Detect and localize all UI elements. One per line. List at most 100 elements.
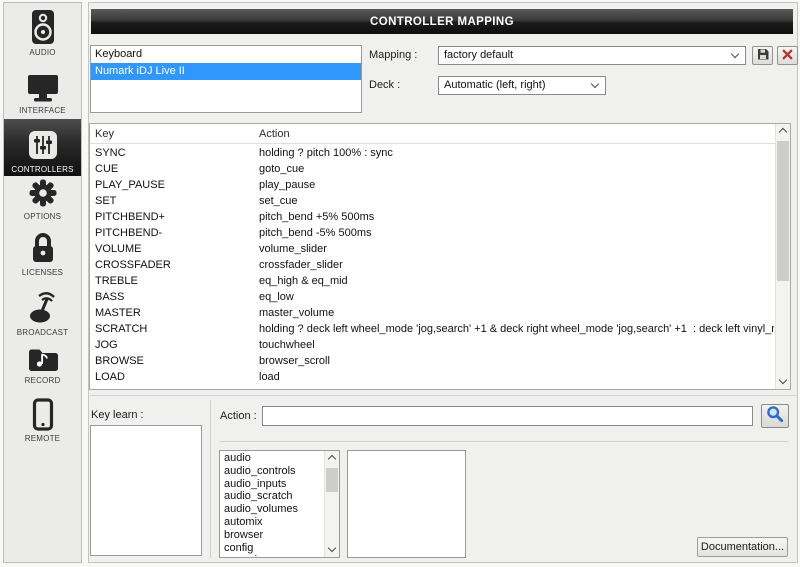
key-cell: SCRATCH [95,323,148,335]
page-title: CONTROLLER MAPPING [370,15,514,28]
smartphone-icon [30,398,56,431]
sidebar-item-audio[interactable]: AUDIO [4,7,81,59]
sidebar-item-licenses[interactable]: LICENSES [4,227,81,279]
documentation-button[interactable]: Documentation... [697,537,788,557]
gear-icon [27,177,59,209]
sidebar-item-options[interactable]: OPTIONS [4,179,81,223]
key-cell: BASS [95,291,125,303]
chevron-down-icon[interactable] [325,542,339,557]
action-sub-list[interactable] [347,450,466,558]
table-row[interactable]: TREBLE eq_high & eq_mid [90,274,776,290]
action-cell: browser_scroll [259,355,330,367]
key-action-table: Key Action SYNC holding ? pitch 100% : sy… [89,123,791,390]
sidebar-item-remote[interactable]: REMOTE [4,397,81,445]
sidebar-item-label: AUDIO [29,48,56,57]
mixer-sliders-icon [26,128,60,162]
deck-select[interactable]: Automatic (left, right) [438,76,606,95]
list-item[interactable]: config [220,542,322,555]
sidebar-item-label: BROADCAST [16,328,69,337]
scrollbar-thumb[interactable] [326,468,338,492]
sidebar-item-label: RECORD [24,376,61,385]
music-folder-icon [26,345,60,373]
controller-mapping-window: AUDIO INTERFACE CONTROLLERS OPTIONS LICE [0,0,800,567]
key-cell: VOLUME [95,243,142,255]
speaker-icon [29,9,57,45]
action-category-list: audio audio_controls audio_inputs audio_… [219,450,340,558]
list-item[interactable]: browser [220,529,322,542]
action-cell: eq_low [259,291,294,303]
mapping-select[interactable]: factory default [438,46,746,65]
search-action-button[interactable] [761,404,789,428]
deck-selected-value: Automatic (left, right) [444,79,546,91]
sidebar-item-record[interactable]: RECORD [4,345,81,387]
chevron-down-icon[interactable] [776,374,790,389]
table-row[interactable]: SET set_cue [90,194,776,210]
key-cell: CROSSFADER [95,259,171,271]
device-item-keyboard[interactable]: Keyboard [91,46,361,63]
list-item[interactable]: audio_inputs [220,478,322,491]
sidebar-item-label: LICENSES [21,268,64,277]
list-item[interactable]: audio [220,452,322,465]
table-body: SYNC holding ? pitch 100% : sync CUE goto_… [90,146,776,386]
table-row[interactable]: MASTER master_volume [90,306,776,322]
table-row[interactable]: CROSSFADER crossfader_slider [90,258,776,274]
list-item[interactable]: audio_controls [220,465,322,478]
list-item[interactable]: audio_scratch [220,490,322,503]
sidebar-item-controllers[interactable]: CONTROLLERS [4,119,81,176]
chevron-up-icon[interactable] [776,124,790,139]
scrollbar-thumb[interactable] [777,141,789,281]
key-cell: CUE [95,163,119,175]
save-mapping-button[interactable] [752,46,773,65]
floppy-disk-icon [757,47,769,65]
mapping-label: Mapping : [369,49,418,61]
action-cell: holding ? deck left wheel_mode 'jog,sear… [259,323,774,335]
deck-label: Deck : [369,79,401,91]
action-cell: goto_cue [259,163,305,175]
key-learn-box[interactable] [90,425,202,556]
list-item[interactable]: audio_volumes [220,503,322,516]
action-cell: crossfader_slider [259,259,343,271]
delete-mapping-button[interactable] [777,46,798,65]
key-cell: TREBLE [95,275,138,287]
table-row[interactable]: PLAY_PAUSE play_pause [90,178,776,194]
table-row[interactable]: VOLUME volume_slider [90,242,776,258]
action-input[interactable] [262,406,753,426]
key-cell: PLAY_PAUSE [95,179,165,191]
action-cell: volume_slider [259,243,327,255]
table-row[interactable]: PITCHBEND+ pitch_bend +5% 500ms [90,210,776,226]
table-row[interactable]: JOG touchwheel [90,338,776,354]
action-cell: master_volume [259,307,335,319]
sidebar-item-interface[interactable]: INTERFACE [4,65,81,117]
list-item[interactable]: controls [220,554,322,556]
category-list-scrollbar[interactable] [324,451,339,557]
key-cell: PITCHBEND+ [95,211,165,223]
antenna-icon [26,289,60,325]
table-row[interactable]: CUE goto_cue [90,162,776,178]
controller-mapping-panel: CONTROLLER MAPPING Keyboard Numark iDJ L… [88,2,798,563]
table-row[interactable]: BROWSE browser_scroll [90,354,776,370]
device-item-numark[interactable]: Numark iDJ Live II [91,63,361,80]
table-row[interactable]: BASS eq_low [90,290,776,306]
table-scrollbar[interactable] [775,124,790,389]
action-divider [219,441,789,442]
chevron-up-icon[interactable] [325,451,339,466]
sidebar-item-label: CONTROLLERS [11,165,74,174]
table-row[interactable]: SCRATCH holding ? deck left wheel_mode 'j… [90,322,776,338]
category-items: audio audio_controls audio_inputs audio_… [220,452,322,556]
key-cell: PITCHBEND- [95,227,163,239]
table-row[interactable]: LOAD load [90,370,776,386]
list-item[interactable]: automix [220,516,322,529]
key-cell: LOAD [95,371,125,383]
action-cell: pitch_bend -5% 500ms [259,227,372,239]
padlock-icon [28,231,58,265]
table-row[interactable]: SYNC holding ? pitch 100% : sync [90,146,776,162]
column-header-key: Key [95,128,114,140]
action-cell: eq_high & eq_mid [259,275,348,287]
sidebar-item-broadcast[interactable]: BROADCAST [4,287,81,339]
key-cell: JOG [95,339,118,351]
table-row[interactable]: PITCHBEND-pitch_bend -5% 500ms [90,226,776,242]
key-cell: SET [95,195,117,207]
action-cell: load [259,371,280,383]
settings-sidebar: AUDIO INTERFACE CONTROLLERS OPTIONS LICE [3,2,82,563]
key-learn-label: Key learn : [91,409,144,421]
